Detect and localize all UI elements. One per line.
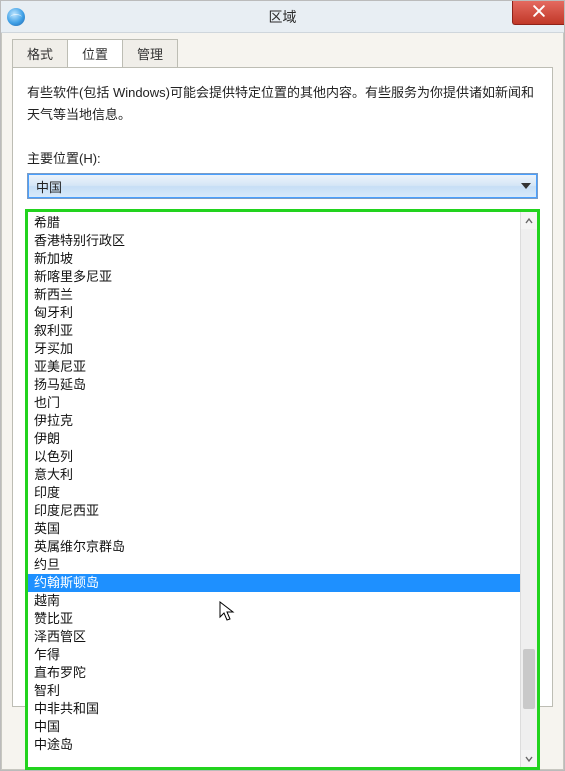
region-dialog: 区域 格式 位置 管理 有些软件(包括 Windows)可能会提供特定位置的其他… — [0, 0, 565, 771]
dropdown-item[interactable]: 亚美尼亚 — [28, 358, 520, 376]
close-button[interactable] — [512, 1, 564, 25]
tab-admin[interactable]: 管理 — [122, 39, 178, 68]
dropdown-item[interactable]: 伊朗 — [28, 430, 520, 448]
dropdown-item[interactable]: 也门 — [28, 394, 520, 412]
dropdown-item[interactable]: 香港特别行政区 — [28, 232, 520, 250]
dropdown-item[interactable]: 新西兰 — [28, 286, 520, 304]
dropdown-item[interactable]: 泽西管区 — [28, 628, 520, 646]
scroll-down-arrow[interactable] — [521, 750, 537, 767]
dropdown-item[interactable]: 希腊 — [28, 214, 520, 232]
dropdown-item[interactable]: 叙利亚 — [28, 322, 520, 340]
dropdown-item[interactable]: 印度 — [28, 484, 520, 502]
chevron-up-icon — [525, 212, 533, 230]
location-label: 主要位置(H): — [27, 148, 538, 167]
dropdown-item[interactable]: 约翰斯顿岛 — [28, 574, 520, 592]
window-title: 区域 — [1, 7, 564, 27]
chevron-down-icon — [521, 183, 531, 189]
chevron-down-icon — [525, 750, 533, 768]
dropdown-scrollbar[interactable] — [520, 212, 537, 767]
tab-location[interactable]: 位置 — [67, 39, 123, 68]
dropdown-item[interactable]: 伊拉克 — [28, 412, 520, 430]
dropdown-item[interactable]: 越南 — [28, 592, 520, 610]
dropdown-item[interactable]: 中途岛 — [28, 736, 520, 754]
tabstrip: 格式 位置 管理 — [12, 43, 553, 67]
tab-format[interactable]: 格式 — [12, 39, 68, 68]
dropdown-item[interactable]: 以色列 — [28, 448, 520, 466]
dropdown-item[interactable]: 匈牙利 — [28, 304, 520, 322]
dropdown-item[interactable]: 英属维尔京群岛 — [28, 538, 520, 556]
dropdown-item[interactable]: 赞比亚 — [28, 610, 520, 628]
dropdown-item[interactable]: 约旦 — [28, 556, 520, 574]
titlebar: 区域 — [1, 1, 564, 33]
dropdown-item[interactable]: 扬马延岛 — [28, 376, 520, 394]
dropdown-item[interactable]: 英国 — [28, 520, 520, 538]
dropdown-item[interactable]: 新喀里多尼亚 — [28, 268, 520, 286]
dropdown-item[interactable]: 中国 — [28, 718, 520, 736]
description-text: 有些软件(包括 Windows)可能会提供特定位置的其他内容。有些服务为你提供诸… — [27, 82, 538, 126]
location-dropdown-list[interactable]: 希腊香港特别行政区新加坡新喀里多尼亚新西兰匈牙利叙利亚牙买加亚美尼亚扬马延岛也门… — [25, 209, 540, 770]
dropdown-item[interactable]: 印度尼西亚 — [28, 502, 520, 520]
dropdown-item[interactable]: 智利 — [28, 682, 520, 700]
dropdown-item[interactable]: 中非共和国 — [28, 700, 520, 718]
dropdown-item[interactable]: 新加坡 — [28, 250, 520, 268]
scroll-thumb[interactable] — [523, 649, 535, 709]
location-combobox[interactable]: 中国 — [27, 173, 538, 199]
dropdown-item[interactable]: 直布罗陀 — [28, 664, 520, 682]
dropdown-options: 希腊香港特别行政区新加坡新喀里多尼亚新西兰匈牙利叙利亚牙买加亚美尼亚扬马延岛也门… — [28, 212, 520, 767]
dropdown-item[interactable]: 意大利 — [28, 466, 520, 484]
scroll-up-arrow[interactable] — [521, 212, 537, 229]
scroll-track[interactable] — [521, 229, 537, 750]
dropdown-item[interactable]: 乍得 — [28, 646, 520, 664]
dropdown-item[interactable]: 牙买加 — [28, 340, 520, 358]
close-icon — [533, 4, 545, 22]
combobox-selected-value: 中国 — [36, 177, 62, 196]
